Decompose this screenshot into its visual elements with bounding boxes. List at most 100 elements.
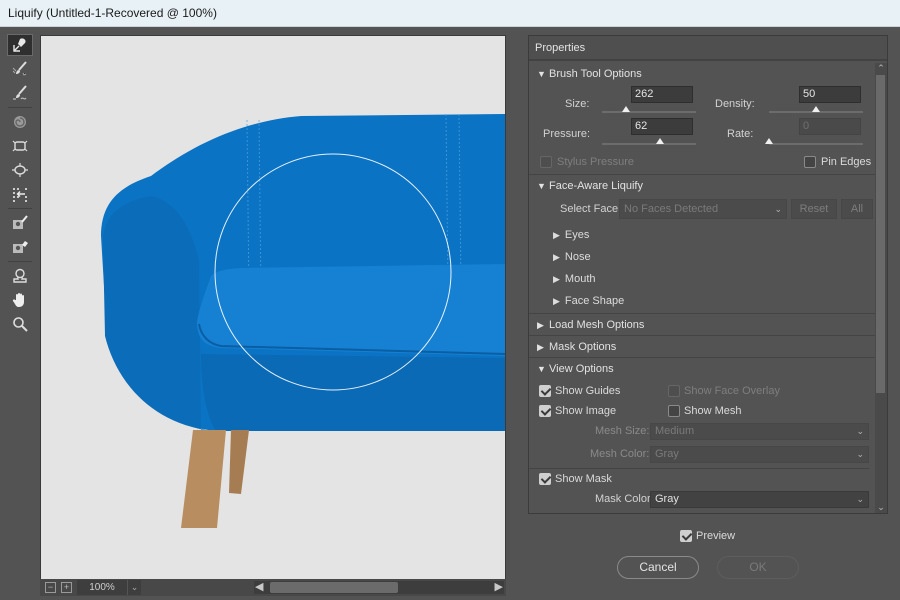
expanded-triangle-icon: ▼ <box>537 69 546 79</box>
twirl-clockwise-tool[interactable] <box>7 111 33 133</box>
sofa-image <box>101 113 505 528</box>
zoom-in-button[interactable]: + <box>61 582 72 593</box>
bloat-icon <box>12 163 28 177</box>
mesh-color-value: Gray <box>655 448 679 460</box>
forward-warp-tool[interactable] <box>7 34 33 56</box>
show-image-label: Show Image <box>555 405 617 417</box>
scroll-down-chevron-icon[interactable]: ⌄ <box>875 502 887 513</box>
rate-input[interactable]: 0 <box>799 118 861 135</box>
subsection-label: Face Shape <box>564 295 625 307</box>
rate-slider-knob[interactable] <box>765 138 773 144</box>
mask-color-value: Gray <box>655 493 679 505</box>
smooth-brush-icon <box>13 85 27 100</box>
pucker-icon <box>12 140 28 152</box>
show-mask-checkbox[interactable] <box>539 473 551 485</box>
cancel-button[interactable]: Cancel <box>617 556 699 579</box>
mesh-size-label: Mesh Size: <box>595 425 650 437</box>
zoom-tool[interactable] <box>7 313 33 335</box>
preview-checkbox[interactable] <box>680 530 692 542</box>
section-title: Brush Tool Options <box>549 68 642 80</box>
push-left-tool[interactable] <box>7 183 33 205</box>
reconstruct-brush-icon <box>12 61 27 76</box>
show-image-checkbox[interactable] <box>539 405 551 417</box>
preview-canvas[interactable] <box>40 35 506 581</box>
subsection-label: Eyes <box>564 229 590 241</box>
mask-options-header[interactable]: ▶ Mask Options <box>529 336 875 358</box>
size-slider[interactable] <box>602 106 696 113</box>
pressure-label: Pressure: <box>543 128 591 140</box>
density-input[interactable]: 50 <box>799 86 861 103</box>
scroll-left-arrow-icon[interactable]: ◀ <box>255 581 263 594</box>
expanded-triangle-icon: ▼ <box>537 364 546 374</box>
rate-slider[interactable] <box>765 138 863 145</box>
show-guides-checkbox[interactable] <box>539 385 551 397</box>
collapsed-triangle-icon: ▶ <box>553 230 560 240</box>
sofa-cushion <box>196 264 505 356</box>
density-slider[interactable] <box>769 106 863 113</box>
preview-label: Preview <box>696 530 736 542</box>
show-mesh-label: Show Mesh <box>684 405 742 417</box>
freeze-mask-tool[interactable] <box>7 212 33 234</box>
horizontal-scroll-thumb[interactable] <box>270 582 398 593</box>
section-title: Face-Aware Liquify <box>549 180 643 192</box>
horizontal-scrollbar[interactable]: ◀ ▶ <box>254 581 504 594</box>
pucker-tool[interactable] <box>7 135 33 157</box>
brush-tool-options-header[interactable]: ▼ Brush Tool Options <box>529 63 875 85</box>
ok-button[interactable]: OK <box>717 556 799 579</box>
view-options-header[interactable]: ▼ View Options <box>529 358 875 380</box>
reset-face-button[interactable]: Reset <box>791 199 837 219</box>
show-mesh-checkbox[interactable] <box>668 405 680 417</box>
nose-subsection[interactable]: ▶ Nose <box>553 251 591 263</box>
smooth-tool[interactable] <box>7 82 33 104</box>
face-shape-subsection[interactable]: ▶ Face Shape <box>553 295 624 307</box>
pressure-slider[interactable] <box>602 138 696 145</box>
section-title: Load Mesh Options <box>549 319 645 331</box>
properties-panel: Properties ▼ Brush Tool Options Size: 262… <box>528 35 888 514</box>
window-title: Liquify (Untitled-1-Recovered @ 100%) <box>0 0 900 27</box>
sofa-leg-back <box>229 430 249 494</box>
load-mesh-options-header[interactable]: ▶ Load Mesh Options <box>529 314 875 336</box>
panel-vertical-scrollbar[interactable]: ⌃ ⌄ <box>875 63 887 513</box>
scroll-up-chevron-icon[interactable]: ⌃ <box>875 63 887 74</box>
size-slider-knob[interactable] <box>622 106 631 112</box>
thaw-mask-tool[interactable] <box>7 236 33 258</box>
mouth-subsection[interactable]: ▶ Mouth <box>553 273 596 285</box>
hand-tool[interactable] <box>7 289 33 311</box>
magnifier-icon <box>13 317 28 332</box>
stylus-pressure-checkbox[interactable] <box>540 156 552 168</box>
mesh-color-label: Mesh Color: <box>590 448 650 460</box>
density-label: Density: <box>715 98 755 110</box>
zoom-dropdown-chevron-icon[interactable]: ⌄ <box>127 580 141 595</box>
all-faces-button[interactable]: All <box>841 199 873 219</box>
pressure-input[interactable]: 62 <box>631 118 693 135</box>
stylus-pressure-label: Stylus Pressure <box>557 156 635 168</box>
collapsed-triangle-icon: ▶ <box>553 296 560 306</box>
view-options-divider <box>529 468 869 469</box>
mask-color-label: Mask Color: <box>595 493 654 505</box>
mesh-size-dropdown[interactable]: Medium ⌄ <box>650 423 869 440</box>
face-aware-liquify-header[interactable]: ▼ Face-Aware Liquify <box>529 175 875 197</box>
chevron-down-icon: ⌄ <box>856 494 864 504</box>
reconstruct-tool[interactable] <box>7 58 33 80</box>
pin-edges-label: Pin Edges <box>821 156 872 168</box>
zoom-level-field[interactable]: 100% <box>77 580 127 595</box>
show-face-overlay-checkbox[interactable] <box>668 385 680 397</box>
chevron-down-icon: ⌄ <box>774 204 782 214</box>
pin-edges-checkbox[interactable] <box>804 156 816 168</box>
mesh-color-dropdown[interactable]: Gray ⌄ <box>650 446 869 463</box>
face-tool[interactable] <box>7 265 33 287</box>
zoom-out-button[interactable]: − <box>45 582 56 593</box>
eyes-subsection[interactable]: ▶ Eyes <box>553 229 589 241</box>
select-face-label: Select Face: <box>560 203 622 215</box>
chevron-down-icon: ⌄ <box>856 449 864 459</box>
size-input[interactable]: 262 <box>631 86 693 103</box>
pressure-slider-knob[interactable] <box>656 138 665 144</box>
mask-color-dropdown[interactable]: Gray ⌄ <box>650 491 869 508</box>
panel-scroll-thumb[interactable] <box>876 75 885 393</box>
density-slider-knob[interactable] <box>812 106 820 112</box>
scroll-right-arrow-icon[interactable]: ▶ <box>495 581 503 594</box>
panel-body: ▼ Brush Tool Options Size: 262 Density: 5… <box>529 63 875 513</box>
bloat-tool[interactable] <box>7 159 33 181</box>
show-face-overlay-label: Show Face Overlay <box>684 385 780 397</box>
select-face-dropdown[interactable]: No Faces Detected ⌄ <box>619 199 787 219</box>
